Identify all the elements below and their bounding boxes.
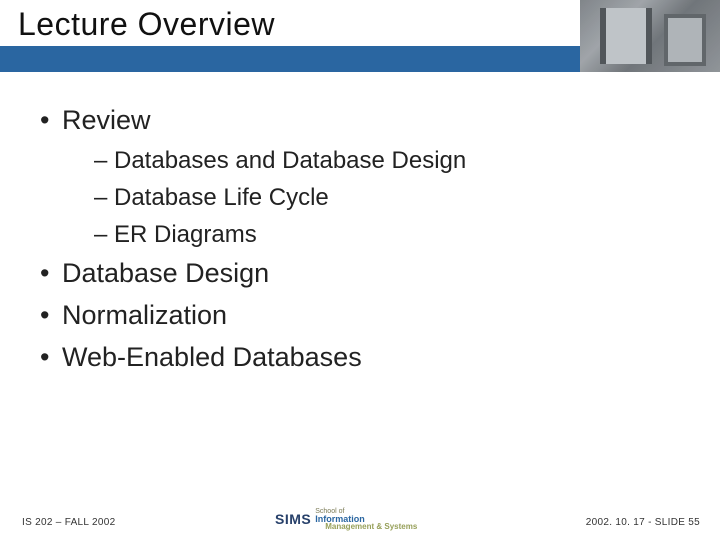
bullet-item: •Review xyxy=(40,100,680,142)
subbullet-text: ER Diagrams xyxy=(114,221,257,248)
title-text-wrap: Lecture Overview xyxy=(0,0,580,46)
footer-right: 2002. 10. 17 - SLIDE 55 xyxy=(586,517,700,528)
footer-left: IS 202 – FALL 2002 xyxy=(22,517,115,528)
bullet-text: Web-Enabled Databases xyxy=(62,342,362,372)
slide-title: Lecture Overview xyxy=(18,6,580,43)
bullet-text: Normalization xyxy=(62,300,227,330)
subbullet-text: Databases and Database Design xyxy=(114,147,466,174)
bullet-item: •Web-Enabled Databases xyxy=(40,337,680,379)
subbullet-item: –ER Diagrams xyxy=(94,216,680,253)
slide: Lecture Overview •Review –Databases and … xyxy=(0,0,720,540)
bullet-dot-icon: • xyxy=(40,337,62,379)
bullet-dot-icon: • xyxy=(40,253,62,295)
dash-icon: – xyxy=(94,179,114,216)
title-blue-band xyxy=(0,46,580,72)
logo-mark: SIMS xyxy=(275,511,311,527)
bullet-item: •Normalization xyxy=(40,295,680,337)
logo-line3: Management & Systems xyxy=(325,523,417,531)
dash-icon: – xyxy=(94,216,114,253)
logo-subtext: School of Information Management & Syste… xyxy=(315,508,417,531)
bullet-text: Review xyxy=(62,105,151,135)
bullet-dot-icon: • xyxy=(40,295,62,337)
footer: IS 202 – FALL 2002 SIMS School of Inform… xyxy=(0,506,720,530)
subbullet-item: –Databases and Database Design xyxy=(94,142,680,179)
subbullet-text: Database Life Cycle xyxy=(114,184,329,211)
content-area: •Review –Databases and Database Design –… xyxy=(0,72,720,379)
subbullet-item: –Database Life Cycle xyxy=(94,179,680,216)
bullet-item: •Database Design xyxy=(40,253,680,295)
bullet-text: Database Design xyxy=(62,258,269,288)
bullet-dot-icon: • xyxy=(40,100,62,142)
title-bar: Lecture Overview xyxy=(0,0,720,72)
dash-icon: – xyxy=(94,142,114,179)
footer-logo: SIMS School of Information Management & … xyxy=(275,508,445,530)
title-photo xyxy=(580,0,720,72)
